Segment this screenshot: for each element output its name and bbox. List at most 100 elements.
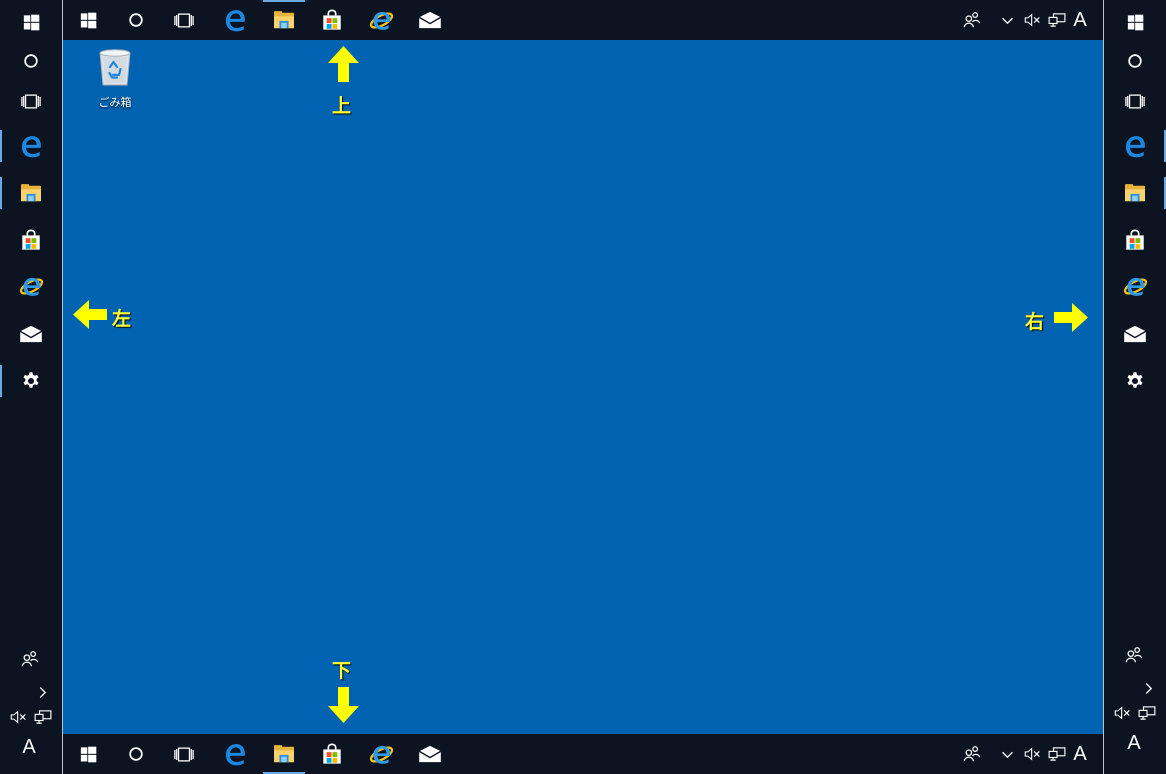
mail-taskbar-button[interactable]: [1104, 312, 1166, 356]
people-button[interactable]: [1123, 645, 1145, 665]
volume-muted-icon: [1024, 747, 1041, 761]
start-button[interactable]: [65, 734, 111, 774]
task-view-button[interactable]: [1104, 79, 1166, 123]
edge-icon: [1124, 135, 1147, 158]
ime-indicator[interactable]: A: [18, 735, 40, 759]
mail-taskbar-button[interactable]: [407, 0, 453, 40]
chevron-up-icon: [1001, 16, 1014, 25]
mail-icon: [1123, 325, 1147, 343]
file-explorer-taskbar-button[interactable]: [1104, 171, 1166, 215]
network-button[interactable]: [1046, 746, 1068, 762]
network-button[interactable]: [1136, 705, 1158, 721]
task-view-icon: [21, 94, 41, 109]
edge-taskbar-button[interactable]: [0, 124, 62, 168]
people-icon: [963, 745, 981, 763]
task-view-icon: [1125, 94, 1145, 109]
right-divider: [1103, 0, 1104, 774]
network-icon: [1048, 747, 1066, 761]
cortana-icon: [127, 11, 145, 29]
ime-indicator[interactable]: A: [1123, 731, 1145, 755]
cortana-icon: [127, 745, 145, 763]
show-hidden-icons-button[interactable]: [998, 12, 1016, 28]
start-button[interactable]: [0, 0, 62, 44]
ime-indicator[interactable]: A: [1069, 742, 1091, 766]
network-button[interactable]: [32, 709, 54, 725]
settings-taskbar-button[interactable]: [1104, 359, 1166, 403]
internet-explorer-taskbar-button[interactable]: [0, 264, 62, 308]
internet-explorer-taskbar-button[interactable]: [1104, 264, 1166, 308]
mail-taskbar-button[interactable]: [0, 312, 62, 356]
network-icon: [1048, 13, 1066, 27]
cortana-button[interactable]: [1104, 39, 1166, 83]
chevron-up-icon: [1001, 750, 1014, 759]
file-explorer-taskbar-button[interactable]: [261, 734, 307, 774]
task-view-button[interactable]: [161, 0, 207, 40]
arrow-right-icon: [1054, 303, 1088, 332]
mail-taskbar-button[interactable]: [407, 734, 453, 774]
store-icon: [1124, 229, 1146, 251]
taskbar-bottom: A: [63, 734, 1103, 774]
store-taskbar-button[interactable]: [309, 0, 355, 40]
cortana-button[interactable]: [0, 39, 62, 83]
store-icon: [321, 9, 343, 31]
label-top: 上: [332, 95, 352, 117]
settings-icon: [21, 371, 41, 391]
cortana-icon: [22, 52, 40, 70]
cortana-button[interactable]: [113, 0, 159, 40]
network-icon: [1138, 706, 1156, 720]
show-hidden-icons-button[interactable]: [1141, 680, 1155, 696]
edge-taskbar-button[interactable]: [212, 734, 258, 774]
internet-explorer-taskbar-button[interactable]: [358, 0, 404, 40]
task-view-icon: [174, 747, 194, 762]
task-view-button[interactable]: [161, 734, 207, 774]
volume-button[interactable]: [8, 709, 28, 725]
ime-indicator[interactable]: A: [1069, 8, 1091, 32]
people-icon: [21, 650, 39, 668]
chevron-right-icon: [1144, 682, 1153, 695]
edge-icon: [20, 135, 43, 158]
people-button[interactable]: [960, 10, 984, 30]
mail-icon: [418, 745, 442, 763]
store-taskbar-button[interactable]: [0, 218, 62, 262]
start-button[interactable]: [1104, 0, 1166, 44]
file-explorer-taskbar-button[interactable]: [0, 171, 62, 215]
store-icon: [20, 229, 42, 251]
volume-button[interactable]: [1022, 746, 1042, 762]
settings-taskbar-button[interactable]: [0, 359, 62, 403]
internet-explorer-icon: [19, 274, 44, 299]
volume-muted-icon: [1024, 13, 1041, 27]
people-button[interactable]: [19, 649, 41, 669]
taskbar-right: A: [1104, 0, 1166, 774]
settings-icon: [1125, 371, 1145, 391]
edge-taskbar-button[interactable]: [1104, 124, 1166, 168]
internet-explorer-icon: [369, 742, 394, 767]
people-icon: [963, 11, 981, 29]
network-button[interactable]: [1046, 12, 1068, 28]
store-taskbar-button[interactable]: [309, 734, 355, 774]
task-view-button[interactable]: [0, 79, 62, 123]
start-icon: [23, 14, 40, 31]
store-taskbar-button[interactable]: [1104, 218, 1166, 262]
file-explorer-taskbar-button[interactable]: [261, 0, 307, 40]
people-button[interactable]: [960, 744, 984, 764]
volume-button[interactable]: [1112, 705, 1132, 721]
cortana-button[interactable]: [113, 734, 159, 774]
edge-icon: [224, 9, 247, 32]
people-icon: [1125, 646, 1143, 664]
internet-explorer-taskbar-button[interactable]: [358, 734, 404, 774]
show-hidden-icons-button[interactable]: [35, 684, 49, 700]
show-hidden-icons-button[interactable]: [998, 746, 1016, 762]
recycle-bin-desktop-icon[interactable]: ごみ箱: [88, 47, 142, 110]
start-button[interactable]: [65, 0, 111, 40]
label-bottom: 下: [332, 660, 352, 682]
recycle-bin-label: ごみ箱: [98, 96, 132, 109]
volume-button[interactable]: [1022, 12, 1042, 28]
edge-taskbar-button[interactable]: [212, 0, 258, 40]
mail-icon: [19, 325, 43, 343]
taskbar-top: A: [63, 0, 1103, 40]
label-right: 右: [1025, 311, 1045, 333]
file-explorer-icon: [1124, 183, 1146, 203]
volume-muted-icon: [1114, 706, 1131, 720]
chevron-right-icon: [38, 686, 47, 699]
task-view-icon: [174, 13, 194, 28]
